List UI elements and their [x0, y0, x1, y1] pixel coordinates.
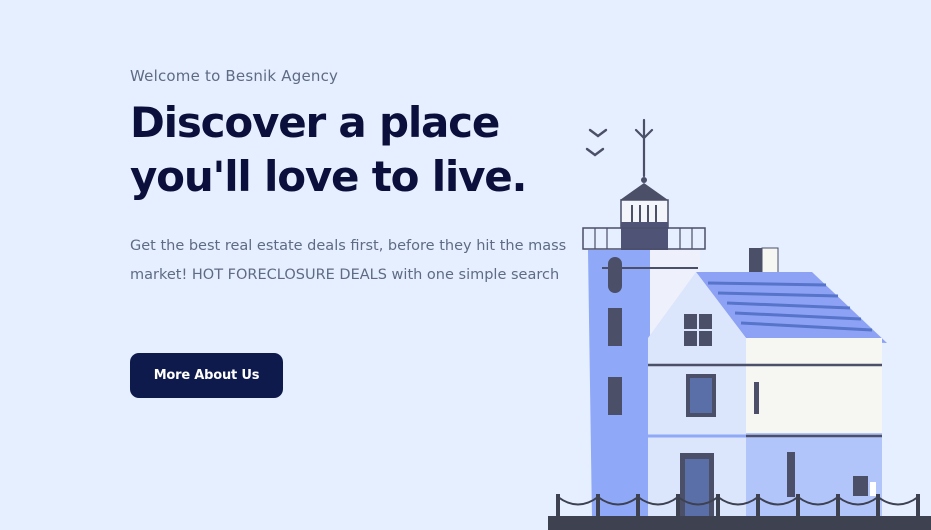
more-about-us-button[interactable]: More About Us [130, 353, 283, 398]
lantern-finial [641, 177, 647, 183]
lantern-roof [620, 183, 668, 200]
weathervane-icon [634, 118, 654, 178]
lighthouse-house-illustration [548, 118, 931, 530]
hero-subtext: Get the best real estate deals first, be… [130, 238, 567, 283]
headline-line-2: you'll love to live. [130, 152, 528, 201]
birds-icon [585, 128, 608, 157]
hero-eyebrow: Welcome to Besnik Agency [130, 67, 339, 85]
hero-headline: Discover a place you'll love to live. [130, 96, 600, 204]
headline-line-1: Discover a place [130, 98, 500, 147]
